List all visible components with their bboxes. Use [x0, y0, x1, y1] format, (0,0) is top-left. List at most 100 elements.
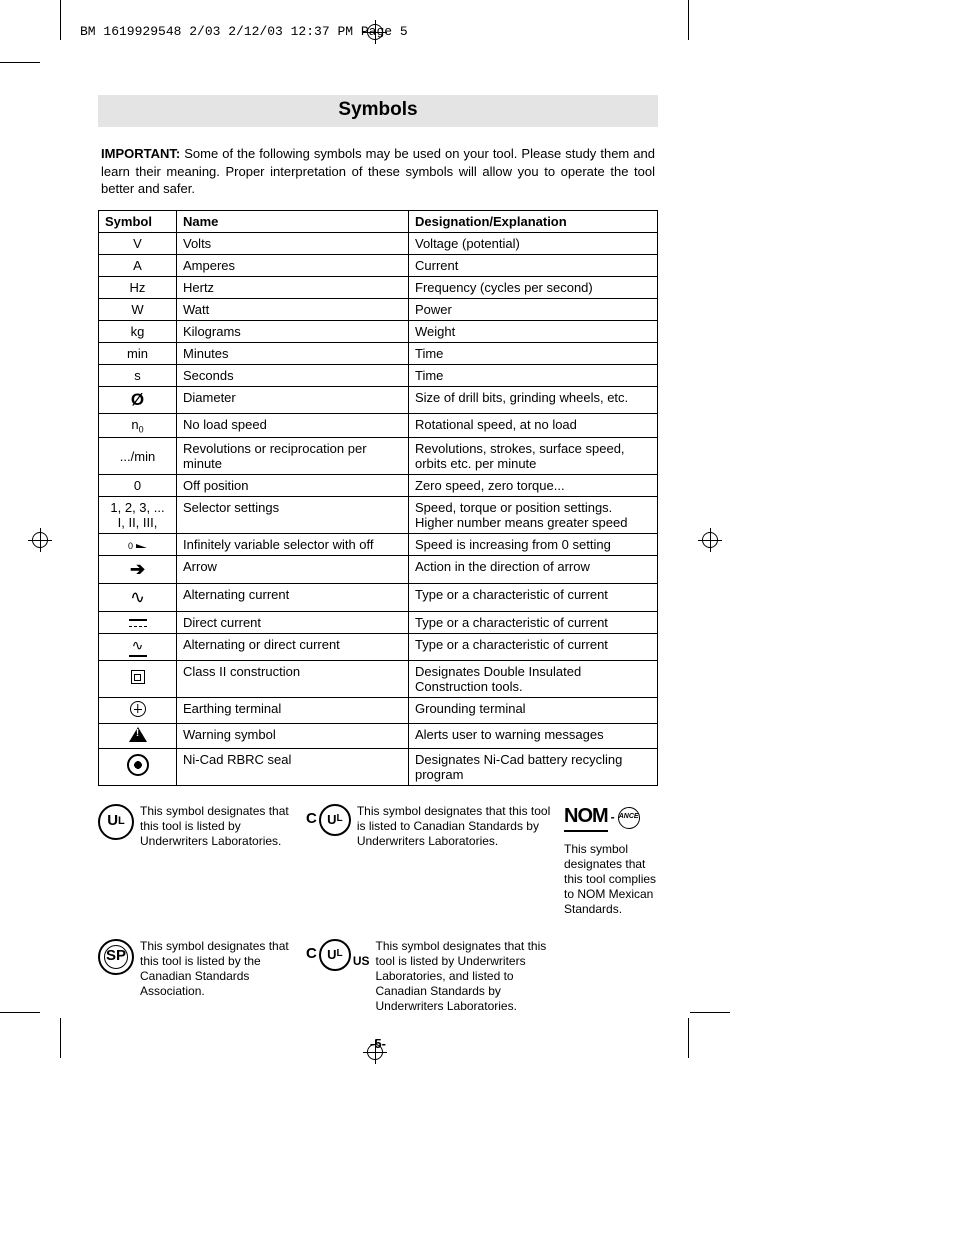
name-cell: Watt — [177, 298, 409, 320]
col-name: Name — [177, 210, 409, 232]
registration-mark-icon — [28, 528, 52, 552]
table-row: sSecondsTime — [99, 364, 658, 386]
name-cell: Arrow — [177, 556, 409, 584]
designation-cell: Designates Ni-Cad battery recycling prog… — [409, 748, 658, 785]
table-row: minMinutesTime — [99, 342, 658, 364]
name-cell: Volts — [177, 232, 409, 254]
crop-mark — [60, 0, 61, 40]
table-row: 1, 2, 3, ...I, II, III,Selector settings… — [99, 497, 658, 534]
name-cell: Direct current — [177, 612, 409, 634]
table-row: ∿Alternating or direct currentType or a … — [99, 634, 658, 661]
table-row: 0Infinitely variable selector with offSp… — [99, 534, 658, 556]
table-row: 0Off positionZero speed, zero torque... — [99, 475, 658, 497]
page-number: -5- — [98, 1036, 658, 1051]
crop-mark — [0, 62, 40, 63]
col-symbol: Symbol — [99, 210, 177, 232]
symbol-cell: kg — [99, 320, 177, 342]
designation-cell: Frequency (cycles per second) — [409, 276, 658, 298]
page-title: Symbols — [98, 95, 658, 127]
print-slug: BM 1619929548 2/03 2/12/03 12:37 PM Page… — [80, 24, 408, 39]
name-cell: Alternating or direct current — [177, 634, 409, 661]
symbol-cell: ∿ — [99, 634, 177, 661]
symbol-cell — [99, 748, 177, 785]
name-cell: Earthing terminal — [177, 697, 409, 723]
cert-ul: UL This symbol designates that this tool… — [98, 804, 298, 917]
crop-mark — [60, 1018, 61, 1058]
cert-text: This symbol designates that this tool co… — [564, 842, 664, 917]
cert-culus: CULUS This symbol designates that this t… — [306, 939, 556, 1014]
name-cell: Selector settings — [177, 497, 409, 534]
designation-cell: Weight — [409, 320, 658, 342]
table-row: HzHertzFrequency (cycles per second) — [99, 276, 658, 298]
symbol-cell: ∿ — [99, 584, 177, 612]
symbol-cell: Hz — [99, 276, 177, 298]
cert-csa: SP This symbol designates that this tool… — [98, 939, 298, 1014]
symbol-cell: 0 — [99, 475, 177, 497]
cert-text: This symbol designates that this tool is… — [357, 804, 556, 849]
designation-cell: Grounding terminal — [409, 697, 658, 723]
cert-nom: NOM-ANCE This symbol designates that thi… — [564, 804, 664, 917]
registration-mark-icon — [698, 528, 722, 552]
intro-paragraph: IMPORTANT: Some of the following symbols… — [101, 145, 655, 198]
symbols-table: Symbol Name Designation/Explanation VVol… — [98, 210, 658, 786]
table-row: VVoltsVoltage (potential) — [99, 232, 658, 254]
symbol-cell: A — [99, 254, 177, 276]
symbol-cell: 0 — [99, 534, 177, 556]
certifications: UL This symbol designates that this tool… — [98, 804, 658, 1014]
symbol-cell: 1, 2, 3, ...I, II, III, — [99, 497, 177, 534]
symbol-cell: n0 — [99, 413, 177, 438]
symbol-cell — [99, 697, 177, 723]
name-cell: Class II construction — [177, 660, 409, 697]
name-cell: No load speed — [177, 413, 409, 438]
designation-cell: Power — [409, 298, 658, 320]
symbol-cell: .../min — [99, 438, 177, 475]
designation-cell: Designates Double Insulated Construction… — [409, 660, 658, 697]
table-row: Class II constructionDesignates Double I… — [99, 660, 658, 697]
symbol-cell — [99, 660, 177, 697]
designation-cell: Voltage (potential) — [409, 232, 658, 254]
name-cell: Seconds — [177, 364, 409, 386]
name-cell: Ni-Cad RBRC seal — [177, 748, 409, 785]
table-row: ∿Alternating currentType or a characteri… — [99, 584, 658, 612]
name-cell: Hertz — [177, 276, 409, 298]
designation-cell: Current — [409, 254, 658, 276]
ul-icon: UL — [98, 804, 134, 840]
name-cell: Minutes — [177, 342, 409, 364]
name-cell: Amperes — [177, 254, 409, 276]
designation-cell: Revolutions, strokes, surface speed, orb… — [409, 438, 658, 475]
crop-mark — [688, 0, 689, 40]
symbol-cell — [99, 723, 177, 748]
symbol-cell: W — [99, 298, 177, 320]
csa-icon: SP — [98, 939, 134, 975]
crop-mark — [690, 1012, 730, 1013]
name-cell: Off position — [177, 475, 409, 497]
crop-mark — [688, 1018, 689, 1058]
table-header-row: Symbol Name Designation/Explanation — [99, 210, 658, 232]
table-row: ➔ArrowAction in the direction of arrow — [99, 556, 658, 584]
designation-cell: Alerts user to warning messages — [409, 723, 658, 748]
designation-cell: Type or a characteristic of current — [409, 612, 658, 634]
cert-text: This symbol designates that this tool is… — [140, 804, 298, 849]
table-row: Warning symbolAlerts user to warning mes… — [99, 723, 658, 748]
cert-cul: CUL This symbol designates that this too… — [306, 804, 556, 917]
table-row: Ni-Cad RBRC sealDesignates Ni-Cad batter… — [99, 748, 658, 785]
name-cell: Alternating current — [177, 584, 409, 612]
designation-cell: Speed is increasing from 0 setting — [409, 534, 658, 556]
table-row: WWattPower — [99, 298, 658, 320]
table-row: Earthing terminalGrounding terminal — [99, 697, 658, 723]
cert-text: This symbol designates that this tool is… — [140, 939, 298, 999]
name-cell: Revolutions or reciprocation per minute — [177, 438, 409, 475]
intro-text: Some of the following symbols may be use… — [101, 146, 655, 196]
name-cell: Diameter — [177, 386, 409, 413]
symbol-cell — [99, 612, 177, 634]
symbol-cell: ➔ — [99, 556, 177, 584]
designation-cell: Type or a characteristic of current — [409, 634, 658, 661]
cul-icon: CUL — [306, 804, 351, 836]
designation-cell: Speed, torque or position settings. High… — [409, 497, 658, 534]
table-row: ØDiameterSize of drill bits, grinding wh… — [99, 386, 658, 413]
name-cell: Infinitely variable selector with off — [177, 534, 409, 556]
table-row: n0No load speedRotational speed, at no l… — [99, 413, 658, 438]
designation-cell: Time — [409, 364, 658, 386]
name-cell: Kilograms — [177, 320, 409, 342]
nom-icon: NOM-ANCE — [564, 804, 640, 832]
